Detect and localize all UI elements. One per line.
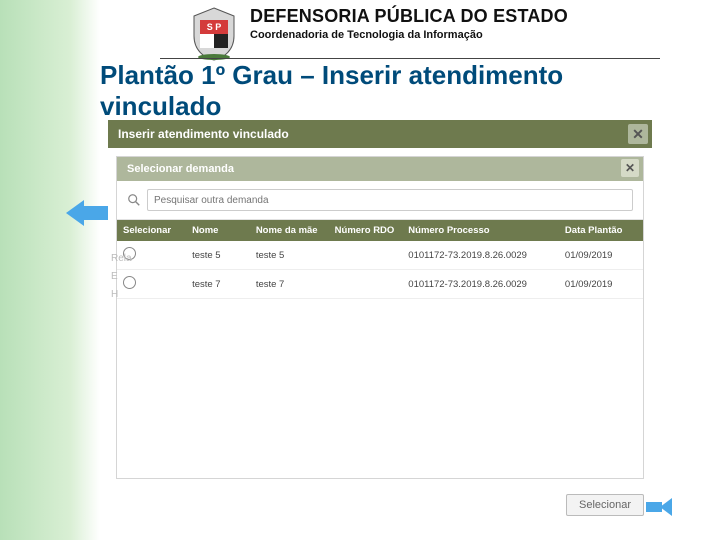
col-rdo: Número RDO [329,220,403,241]
ghost-text: E [111,271,118,282]
select-button[interactable]: Selecionar [566,494,644,516]
cell-rdo [329,270,403,299]
cell-rdo [329,241,403,270]
callout-arrow-right [646,498,672,516]
side-gradient [0,0,100,540]
page-title: Plantão 1º Grau – Inserir atendimento vi… [100,60,563,122]
header-rule [160,58,660,59]
cell-data: 01/09/2019 [559,270,643,299]
close-icon[interactable]: ✕ [628,124,648,144]
demand-table: Selecionar Nome Nome da mãe Número RDO N… [117,220,643,299]
select-demand-title: Selecionar demanda [127,163,234,175]
col-blank [547,220,559,241]
org-name: DEFENSORIA PÚBLICA DO ESTADO [250,6,660,27]
page-title-line1: Plantão 1º Grau – Inserir atendimento [100,60,563,90]
search-input[interactable] [147,189,633,211]
footer-actions: Selecionar [566,494,644,516]
col-nome: Nome [186,220,250,241]
col-select: Selecionar [117,220,186,241]
modal-titlebar: Inserir atendimento vinculado ✕ [108,120,652,148]
modal-title: Inserir atendimento vinculado [118,127,289,141]
cell-mae: teste 5 [250,241,329,270]
table-row[interactable]: teste 7 teste 7 0101172-73.2019.8.26.002… [117,270,643,299]
ghost-text: H [111,289,118,300]
header: S P DEFENSORIA PÚBLICA DO ESTADO Coorden… [190,6,660,62]
close-icon[interactable]: ✕ [621,159,639,177]
select-demand-bar: Selecionar demanda ✕ [117,157,643,181]
cell-data: 01/09/2019 [559,241,643,270]
search-icon [127,193,141,207]
cell-mae: teste 7 [250,270,329,299]
table-row[interactable]: teste 5 teste 5 0101172-73.2019.8.26.002… [117,241,643,270]
modal-window: Inserir atendimento vinculado ✕ Selecion… [108,120,652,485]
ghost-text: Rela [111,253,132,264]
cell-nome: teste 7 [186,270,250,299]
col-data: Data Plantão [559,220,643,241]
svg-text:S P: S P [207,22,222,32]
modal-body: Selecionar demanda ✕ Selecionar Nome Nom… [116,156,644,479]
search-row [117,181,643,220]
col-proc: Número Processo [402,220,547,241]
cell-proc: 0101172-73.2019.8.26.0029 [402,241,547,270]
col-mae: Nome da mãe [250,220,329,241]
cell-proc: 0101172-73.2019.8.26.0029 [402,270,547,299]
crest-logo: S P [190,6,238,62]
cell-nome: teste 5 [186,241,250,270]
table-header-row: Selecionar Nome Nome da mãe Número RDO N… [117,220,643,241]
radio-icon[interactable] [123,276,136,289]
org-sub: Coordenadoria de Tecnologia da Informaçã… [250,29,660,41]
page-title-line2: vinculado [100,91,221,121]
